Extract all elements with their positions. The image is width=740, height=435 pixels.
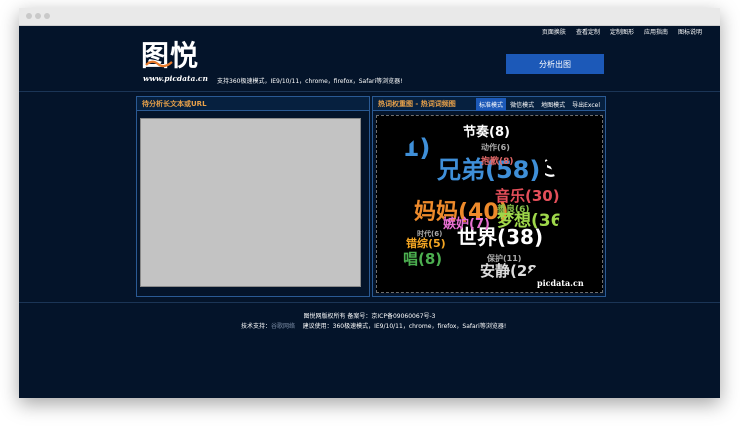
result-panel: 热词权重图 - 热词词频图 标准模式 微信模式 地图模式 导出Excel 兄弟(…: [372, 96, 606, 297]
input-panel-header: 待分析长文本或URL: [137, 97, 369, 111]
cloud-word[interactable]: 服: [548, 246, 563, 260]
nav-skin[interactable]: 页面换肤: [542, 27, 566, 36]
cloud-word[interactable]: 最(7): [543, 144, 558, 178]
text-input[interactable]: [140, 118, 361, 287]
cloud-word[interactable]: 保护(11): [486, 253, 521, 263]
cloud-word[interactable]: 音乐(30): [495, 187, 560, 205]
nav-icon-help[interactable]: 图标说明: [678, 27, 702, 36]
top-nav: 页面换肤 查看定制 定制图形 应用指南 图标说明: [542, 27, 702, 36]
result-panel-title: 热词权重图 - 热词词频图: [378, 100, 456, 108]
logo-url: www.picdata.cn: [143, 74, 208, 83]
tab-standard[interactable]: 标准模式: [476, 98, 507, 111]
cloud-word[interactable]: 抱歉(8): [481, 155, 514, 167]
window-titlebar: [19, 8, 720, 26]
window-close-dot[interactable]: [26, 13, 32, 19]
browser-window: 页面换肤 查看定制 定制图形 应用指南 图标说明 图悦 www.picdata.…: [19, 8, 720, 398]
footer-copyright: 图悦网版权所有 备案号：京ICP备09060067号-3: [303, 313, 436, 320]
browser-support-text: 支持360极速模式，IE9/10/11，chrome，firefox，Safar…: [217, 78, 403, 85]
footer-divider: [19, 302, 720, 303]
mode-tabs: 标准模式 微信模式 地图模式 导出Excel: [476, 98, 603, 111]
tab-wechat[interactable]: 微信模式: [507, 98, 537, 111]
tab-export-excel[interactable]: 导出Excel: [569, 98, 603, 111]
cloud-word[interactable]: 安静(28): [480, 262, 545, 280]
cloud-word[interactable]: 时代(6): [417, 229, 442, 238]
cloud-word[interactable]: 错综(5): [406, 236, 446, 250]
input-panel-title: 待分析长文本或URL: [142, 100, 207, 108]
footer-support: 技术支持：谷歌网络 建议使用：360极速模式，IE9/10/11，chrome，…: [241, 321, 506, 330]
cloud-word[interactable]: (51): [377, 134, 430, 162]
window-zoom-dot[interactable]: [44, 13, 50, 19]
header-divider: [19, 91, 720, 92]
logo[interactable]: 图悦 www.picdata.cn: [141, 41, 213, 85]
watermark-text: picdata.cn: [537, 278, 584, 288]
tab-map[interactable]: 地图模式: [538, 98, 568, 111]
logo-wave-icon: [145, 60, 173, 68]
window-minimize-dot[interactable]: [35, 13, 41, 19]
support-link[interactable]: 谷歌网络: [271, 323, 295, 330]
cloud-word[interactable]: 善良(6): [497, 203, 530, 215]
support-label: 技术支持：: [241, 323, 272, 330]
nav-guide[interactable]: 应用指南: [644, 27, 668, 36]
word-cloud: 兄弟(58)妈妈(40)世界(38)梦想(36)(51)音乐(30)安静(28)…: [377, 124, 584, 288]
word-cloud-area: 兄弟(58) 妈妈(40) 世界(38) 梦想(36) (51) 音乐(30) 安静(28)…: [376, 115, 603, 293]
browser-advice: 建议使用：360极速模式，IE9/10/11，chrome，firefox，Sa…: [302, 323, 507, 330]
nav-custom-view[interactable]: 查看定制: [576, 27, 600, 36]
cloud-word[interactable]: 嫉妒(7): [443, 216, 490, 232]
analyze-button[interactable]: 分析出图: [506, 54, 604, 74]
cloud-word[interactable]: 动作(6): [481, 142, 510, 152]
nav-custom-shape[interactable]: 定制图形: [610, 27, 634, 36]
cloud-word[interactable]: 唱(8): [403, 250, 442, 268]
result-panel-header: 热词权重图 - 热词词频图 标准模式 微信模式 地图模式 导出Excel: [373, 97, 605, 111]
input-panel: 待分析长文本或URL: [136, 96, 370, 297]
cloud-word[interactable]: 节奏(8): [463, 124, 510, 140]
